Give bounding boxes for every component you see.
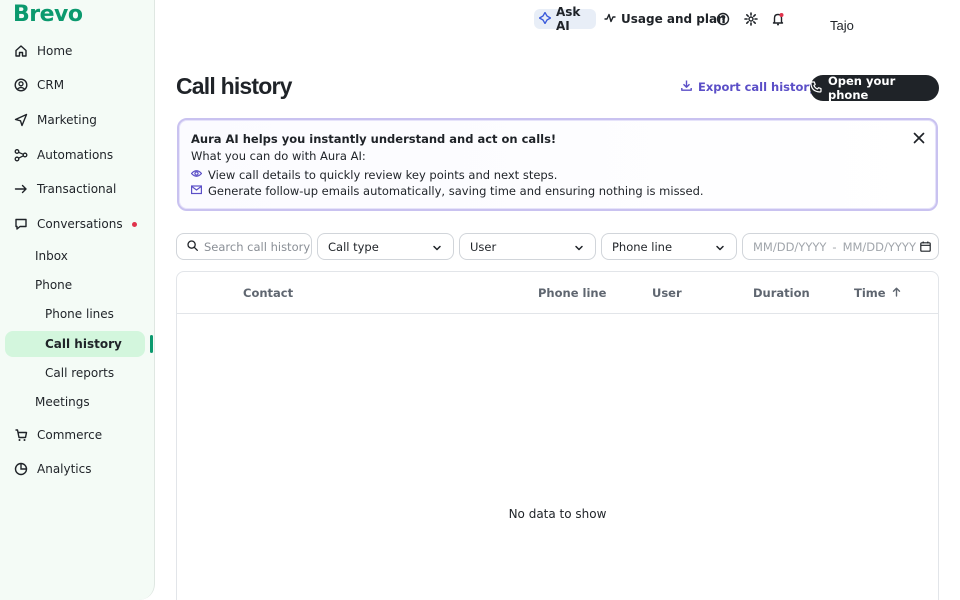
- sidebar-item-meetings[interactable]: Meetings: [35, 389, 90, 415]
- header-divider: [177, 313, 938, 314]
- activity-icon: [604, 12, 616, 27]
- sidebar-item-commerce[interactable]: Commerce: [0, 420, 155, 450]
- chevron-down-icon: [715, 242, 725, 256]
- date-to-placeholder[interactable]: MM/DD/YYYY: [843, 240, 916, 254]
- eye-icon: [190, 168, 203, 182]
- settings-gear-icon[interactable]: [744, 11, 758, 26]
- cart-icon: [13, 427, 29, 443]
- email-icon: [191, 184, 203, 198]
- pie-chart-icon: [13, 461, 29, 477]
- column-header-duration[interactable]: Duration: [753, 286, 810, 300]
- chat-icon: [13, 216, 29, 232]
- sidebar-item-label: Conversations: [37, 217, 123, 231]
- page-title: Call history: [176, 73, 292, 99]
- sidebar-item-label: Home: [37, 44, 73, 58]
- sort-ascending-icon[interactable]: [892, 286, 901, 300]
- notification-bell-icon[interactable]: [771, 11, 785, 26]
- column-header-phone-line[interactable]: Phone line: [538, 286, 606, 300]
- brevo-logo[interactable]: Brevo: [13, 2, 83, 27]
- time-header-label: Time: [854, 286, 886, 300]
- banner-line-1: View call details to quickly review key …: [208, 168, 558, 182]
- calendar-icon[interactable]: [920, 241, 931, 255]
- chevron-down-icon: [574, 242, 584, 256]
- sidebar-item-call-history[interactable]: Call history: [5, 331, 145, 357]
- sidebar-item-automations[interactable]: Automations: [0, 140, 155, 170]
- phone-icon: [810, 80, 822, 96]
- home-icon: [13, 43, 29, 59]
- open-phone-label: Open your phone: [828, 74, 896, 102]
- sidebar-item-label: Marketing: [37, 113, 97, 127]
- call-type-select[interactable]: Call type: [317, 233, 454, 260]
- sidebar-item-label: CRM: [37, 78, 65, 92]
- aura-ai-banner: Aura AI helps you instantly understand a…: [177, 118, 938, 211]
- column-header-time[interactable]: Time: [854, 286, 901, 300]
- open-your-phone-button[interactable]: Open your phone: [810, 74, 939, 102]
- banner-subtitle: What you can do with Aura AI:: [191, 149, 366, 163]
- search-icon: [187, 239, 198, 254]
- usage-and-plan-button[interactable]: Usage and plan: [604, 9, 726, 29]
- arrow-right-icon: [13, 181, 29, 197]
- banner-line-2: Generate follow-up emails automatically,…: [208, 184, 704, 198]
- help-icon[interactable]: [716, 11, 730, 26]
- sidebar-item-marketing[interactable]: Marketing: [0, 105, 155, 135]
- usage-label: Usage and plan: [621, 12, 726, 26]
- user-filter-label: User: [470, 239, 497, 254]
- chevron-down-icon: [432, 242, 442, 256]
- sidebar-item-label: Analytics: [37, 462, 92, 476]
- sidebar-item-phone[interactable]: Phone: [35, 272, 72, 298]
- sidebar-item-inbox[interactable]: Inbox: [35, 243, 68, 269]
- sidebar-item-transactional[interactable]: Transactional: [0, 174, 155, 204]
- banner-feature-1: View call details to quickly review key …: [190, 168, 558, 182]
- column-header-contact[interactable]: Contact: [243, 286, 293, 300]
- date-range-picker[interactable]: MM/DD/YYYY - MM/DD/YYYY: [742, 233, 939, 260]
- date-from-placeholder[interactable]: MM/DD/YYYY: [753, 240, 826, 254]
- sidebar-item-label: Transactional: [37, 182, 117, 196]
- search-call-history-input[interactable]: Search call history: [176, 233, 312, 260]
- date-separator: -: [832, 239, 837, 254]
- column-header-user[interactable]: User: [652, 286, 682, 300]
- call-history-table: Contact Phone line User Duration Time No…: [176, 271, 939, 600]
- notification-dot: [132, 222, 137, 227]
- automation-icon: [13, 147, 29, 163]
- banner-feature-2: Generate follow-up emails automatically,…: [191, 184, 704, 198]
- search-placeholder: Search call history: [204, 239, 311, 254]
- sidebar-item-analytics[interactable]: Analytics: [0, 454, 155, 484]
- send-icon: [13, 112, 29, 128]
- sparkle-icon: [538, 11, 552, 27]
- user-select[interactable]: User: [459, 233, 596, 260]
- contacts-icon: [13, 77, 29, 93]
- export-call-history-button[interactable]: Export call history: [681, 80, 817, 94]
- phone-line-filter-label: Phone line: [612, 239, 673, 254]
- call-type-label: Call type: [328, 239, 379, 254]
- sidebar-item-label: Automations: [37, 148, 114, 162]
- phone-line-select[interactable]: Phone line: [601, 233, 737, 260]
- ask-ai-label: Ask AI: [556, 5, 581, 33]
- active-indicator: [150, 335, 153, 353]
- user-name[interactable]: Tajo: [830, 18, 854, 33]
- banner-title: Aura AI helps you instantly understand a…: [191, 132, 557, 146]
- export-label: Export call history: [698, 80, 817, 94]
- sidebar-item-phone-lines[interactable]: Phone lines: [45, 301, 114, 327]
- download-icon: [681, 80, 692, 94]
- ask-ai-button[interactable]: Ask AI: [534, 5, 596, 33]
- empty-state-message: No data to show: [508, 507, 607, 521]
- close-icon[interactable]: [912, 130, 926, 144]
- sidebar-item-home[interactable]: Home: [0, 36, 155, 66]
- sidebar-item-call-reports[interactable]: Call reports: [45, 360, 114, 386]
- sidebar-item-crm[interactable]: CRM: [0, 70, 155, 100]
- sidebar: Brevo Home CRM Marketing Automations Tra…: [0, 0, 155, 600]
- sidebar-item-label: Commerce: [37, 428, 103, 442]
